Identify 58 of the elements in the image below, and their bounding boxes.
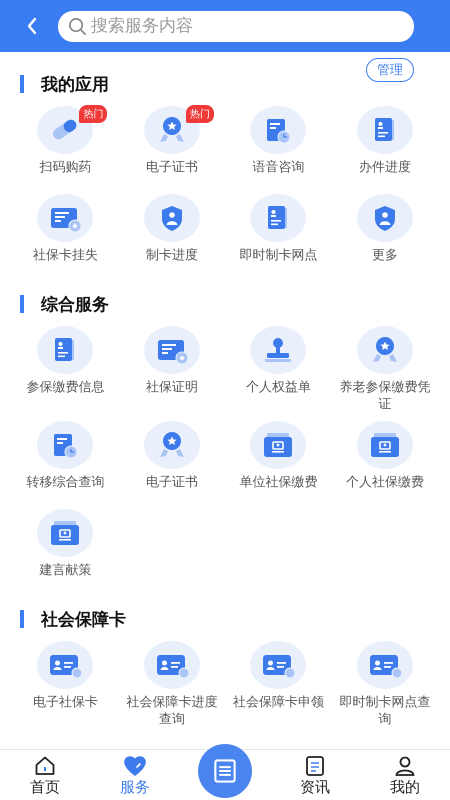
- service-label: 社保证明: [144, 379, 199, 396]
- service-label: 参保缴费信息: [25, 379, 106, 396]
- service-label: 语音咨询: [251, 159, 306, 176]
- id-doc-icon[interactable]: [37, 326, 94, 374]
- section-title: 综合服务: [41, 294, 110, 316]
- medal-icon[interactable]: [356, 326, 413, 374]
- hot-badge: 热门: [79, 105, 108, 123]
- hot-badge: 热门: [186, 105, 214, 123]
- service-label: 社会保障卡申领: [232, 694, 325, 711]
- scan-button[interactable]: [198, 744, 252, 798]
- service-label: 即时制卡网点: [238, 247, 318, 264]
- search-icon: [68, 16, 87, 36]
- news-icon: [303, 754, 327, 778]
- section-title: 我的应用: [41, 74, 110, 96]
- service-label: 制卡进度: [144, 247, 199, 264]
- medal-icon[interactable]: [144, 106, 200, 154]
- user-icon: [393, 754, 417, 778]
- service-label: 电子证书: [144, 159, 199, 176]
- tab[interactable]: 服务: [120, 754, 150, 796]
- wallet-icon[interactable]: [37, 509, 94, 557]
- back-icon[interactable]: [26, 16, 38, 36]
- service-label: 办件进度: [358, 159, 412, 176]
- section-title: 社会保障卡: [41, 608, 127, 630]
- service-label: 建言献策: [38, 562, 92, 579]
- card-icon[interactable]: [144, 641, 200, 689]
- doc-clock-icon[interactable]: [250, 106, 306, 154]
- tab[interactable]: 我的: [390, 754, 420, 796]
- home-icon: [33, 754, 57, 778]
- id-doc-icon[interactable]: [356, 106, 413, 154]
- service-label: 单位社保缴费: [238, 474, 318, 491]
- service-label: 个人权益单: [244, 379, 312, 396]
- tab[interactable]: 首页: [30, 754, 60, 796]
- service-label: 扫码购药: [38, 159, 92, 176]
- wallet-icon[interactable]: [356, 421, 413, 469]
- service-label: 社会保障卡进度查询: [125, 694, 218, 728]
- shield-icon[interactable]: [356, 194, 413, 242]
- service-label: 养老参保缴费凭证: [338, 379, 432, 413]
- pill-icon[interactable]: [37, 106, 94, 154]
- medal-icon[interactable]: [144, 421, 200, 469]
- service-label: 转移综合查询: [25, 474, 106, 491]
- heart-icon: [123, 754, 147, 778]
- card-icon[interactable]: [37, 641, 94, 689]
- shield-icon[interactable]: [144, 194, 200, 242]
- tab[interactable]: 资讯: [300, 754, 330, 796]
- service-label: 电子社保卡: [32, 694, 99, 711]
- card-icon[interactable]: [250, 641, 306, 689]
- id-doc-icon[interactable]: [250, 194, 306, 242]
- search-field[interactable]: 搜索服务内容: [58, 10, 414, 42]
- service-label: 个人社保缴费: [344, 474, 425, 491]
- service-label: 更多: [370, 247, 399, 264]
- manage-button[interactable]: 管理: [366, 58, 414, 82]
- service-label: 即时制卡网点查询: [338, 694, 432, 728]
- doc-clock-icon[interactable]: [37, 421, 94, 469]
- service-label: 电子证书: [144, 474, 199, 491]
- card-icon[interactable]: [356, 641, 413, 689]
- stamp-icon[interactable]: [250, 326, 306, 374]
- wallet-icon[interactable]: [250, 421, 306, 469]
- service-label: 社保卡挂失: [32, 247, 99, 264]
